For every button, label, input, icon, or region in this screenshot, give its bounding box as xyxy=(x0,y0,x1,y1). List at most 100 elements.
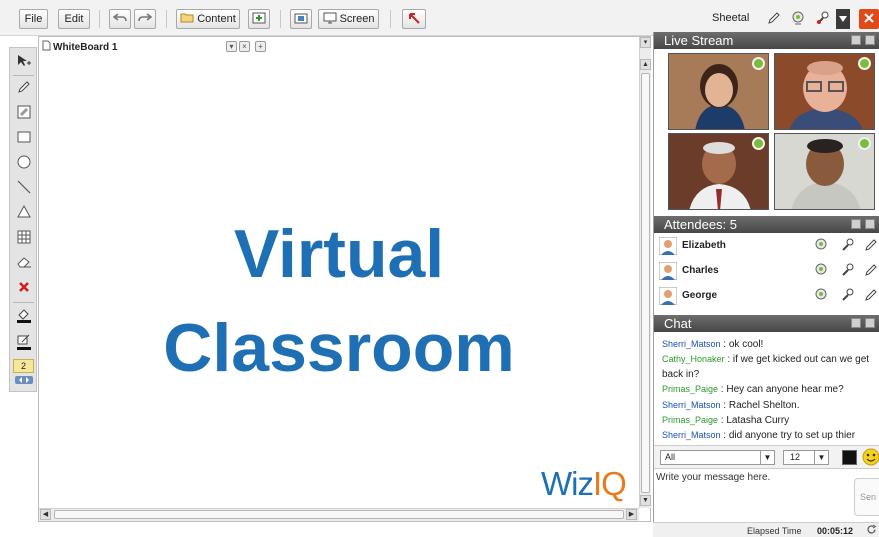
tab-close-button[interactable]: × xyxy=(239,41,250,52)
horizontal-scrollbar[interactable]: ◀ ▶ xyxy=(39,508,639,521)
font-size-value: 12 xyxy=(790,452,801,462)
highlighter-tool[interactable] xyxy=(13,103,34,123)
attendee-name: George xyxy=(682,290,718,301)
attendee-pen-button[interactable] xyxy=(861,262,879,280)
vertical-scrollbar[interactable]: ▾ ▲ ▼ xyxy=(639,37,651,508)
attendee-mic-button[interactable] xyxy=(837,237,856,255)
video-feed[interactable] xyxy=(668,53,769,130)
chat-message-input[interactable]: Write your message here. xyxy=(654,470,854,520)
arrow-left-icon: ◀ xyxy=(42,511,49,518)
edit-menu-button[interactable]: Edit xyxy=(58,9,90,29)
line-width-value: 2 xyxy=(20,361,26,371)
maximize-button[interactable] xyxy=(865,318,875,328)
recipient-select[interactable]: All ▼ xyxy=(660,450,775,465)
eraser-tool[interactable] xyxy=(13,253,34,273)
attendee-row[interactable]: George xyxy=(654,284,879,308)
mic-button[interactable] xyxy=(812,9,832,29)
chat-options-bar: All ▼ 12 ▼ xyxy=(654,445,879,469)
file-menu-button[interactable]: File xyxy=(19,9,48,29)
content-button[interactable]: Content xyxy=(176,9,240,29)
close-session-button[interactable] xyxy=(859,9,879,29)
top-toolbar: File Edit Content Screen Sheetal xyxy=(0,0,879,36)
delete-tool[interactable] xyxy=(13,278,34,298)
chat-sender: Sherri_Matson xyxy=(662,430,721,440)
attendee-name: Charles xyxy=(682,265,719,276)
webcam-icon xyxy=(752,137,765,150)
screen-share-button[interactable]: Screen xyxy=(318,9,379,29)
line-width-selector[interactable]: 2 xyxy=(13,359,34,373)
webcam-icon xyxy=(752,57,765,70)
triangle-tool[interactable] xyxy=(13,203,34,223)
scroll-left-button[interactable]: ◀ xyxy=(40,509,51,520)
file-menu-label: File xyxy=(24,13,43,25)
add-slide-button[interactable] xyxy=(248,9,270,29)
font-size-select[interactable]: 12 ▼ xyxy=(783,450,829,465)
scroll-right-button[interactable]: ▶ xyxy=(626,509,637,520)
tab-menu-button[interactable]: ▾ xyxy=(226,41,237,52)
live-stream-header: Live Stream xyxy=(654,32,879,49)
mic-icon xyxy=(840,288,854,305)
attendee-webcam-button[interactable] xyxy=(811,262,830,280)
maximize-button[interactable] xyxy=(865,219,875,229)
maximize-button[interactable] xyxy=(865,35,875,45)
right-panel: Live Stream Attendees: 5 Elizabeth Charl… xyxy=(653,32,879,522)
ellipse-tool[interactable] xyxy=(13,153,34,173)
attendee-row[interactable]: Elizabeth xyxy=(654,234,879,258)
minimize-button[interactable] xyxy=(851,35,861,45)
scroll-menu-button[interactable]: ▾ xyxy=(640,37,651,48)
settings-dropdown-button[interactable] xyxy=(836,9,850,29)
attendee-mic-button[interactable] xyxy=(837,287,856,305)
stroke-color-icon xyxy=(16,334,32,353)
text-color-picker[interactable] xyxy=(842,450,857,465)
whiteboard-tab[interactable]: WhiteBoard 1 xyxy=(42,40,117,54)
undo-button[interactable] xyxy=(109,9,131,29)
chevron-down-icon: ▾ xyxy=(229,42,234,51)
attendee-row[interactable]: Charles xyxy=(654,259,879,283)
capture-icon xyxy=(294,12,308,27)
rectangle-tool[interactable] xyxy=(13,128,34,148)
palette-expand-button[interactable] xyxy=(13,376,34,386)
pointer-button[interactable] xyxy=(402,9,426,29)
chat-text: did anyone try to set up thier xyxy=(728,430,856,441)
mic-icon xyxy=(840,238,854,255)
chat-header: Chat xyxy=(654,315,879,332)
toolbar-divider xyxy=(280,10,281,28)
webcam-button[interactable] xyxy=(788,9,808,29)
rectangle-icon xyxy=(17,131,31,146)
video-feed[interactable] xyxy=(668,133,769,210)
scroll-up-button[interactable]: ▲ xyxy=(640,59,651,70)
attendee-webcam-button[interactable] xyxy=(811,287,830,305)
select-tool[interactable] xyxy=(13,52,34,72)
plus-icon: + xyxy=(258,42,263,51)
horizontal-scroll-thumb[interactable] xyxy=(54,510,624,519)
emoticon-button[interactable] xyxy=(862,448,879,466)
pencil-icon xyxy=(17,80,31,97)
scroll-down-button[interactable]: ▼ xyxy=(640,495,651,506)
redo-button[interactable] xyxy=(134,9,156,29)
add-tab-button[interactable]: + xyxy=(255,41,266,52)
slide-title: Virtual Classroom xyxy=(39,207,639,395)
minimize-button[interactable] xyxy=(851,219,861,229)
video-feed[interactable] xyxy=(774,53,875,130)
capture-button[interactable] xyxy=(290,9,312,29)
attendee-pen-button[interactable] xyxy=(861,237,879,255)
whiteboard[interactable]: WhiteBoard 1 ▾ × + Virtual Classroom Wiz… xyxy=(38,36,651,522)
pen-settings-button[interactable] xyxy=(764,9,784,29)
video-feed[interactable] xyxy=(774,133,875,210)
chat-message: Primas_Paige : Hey can anyone hear me? xyxy=(662,384,844,395)
attendee-mic-button[interactable] xyxy=(837,262,856,280)
chat-message: Sherri_Matson : ok cool! xyxy=(662,339,764,350)
fill-color-tool[interactable] xyxy=(13,306,34,326)
vertical-scroll-thumb[interactable] xyxy=(641,73,650,493)
table-tool[interactable] xyxy=(13,228,34,248)
line-tool[interactable] xyxy=(13,178,34,198)
chevron-down-icon: ▼ xyxy=(814,451,828,464)
minimize-button[interactable] xyxy=(851,318,861,328)
refresh-icon[interactable] xyxy=(866,524,877,537)
attendee-webcam-button[interactable] xyxy=(811,237,830,255)
pen-tool[interactable] xyxy=(13,78,34,98)
close-icon xyxy=(864,12,874,26)
stroke-color-tool[interactable] xyxy=(13,333,34,353)
attendee-pen-button[interactable] xyxy=(861,287,879,305)
send-button[interactable]: Sen xyxy=(854,478,879,516)
